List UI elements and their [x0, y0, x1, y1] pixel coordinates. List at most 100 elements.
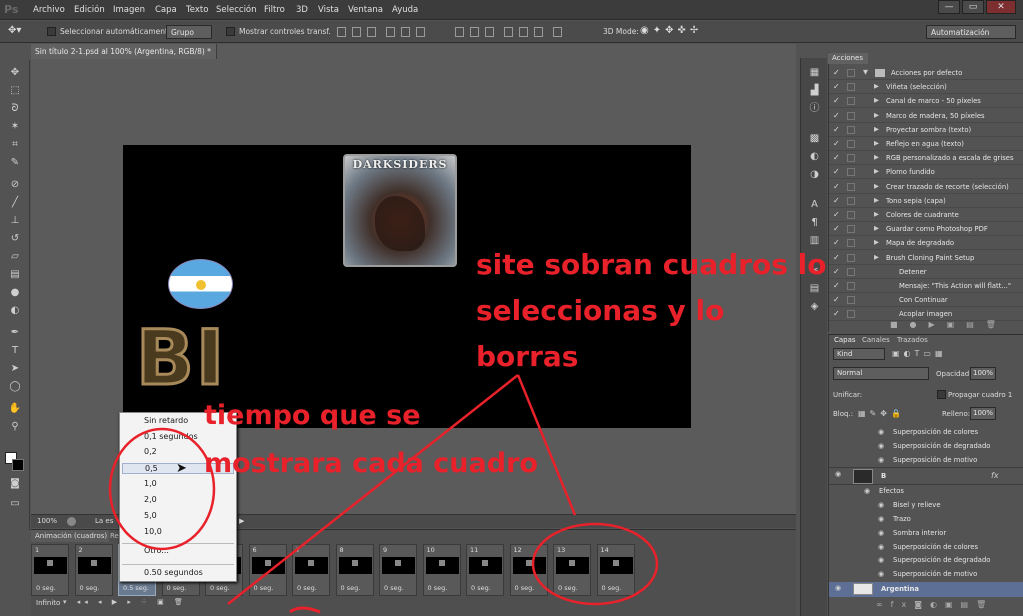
- loop-select[interactable]: Infinito: [36, 599, 60, 607]
- layer-effect-row[interactable]: ◉ Trazo: [829, 513, 1023, 527]
- shape-tool-icon[interactable]: ◯: [8, 380, 22, 394]
- frame-delay[interactable]: 0 seg.: [602, 584, 622, 592]
- layer-effect-row[interactable]: ◉ Superposición de motivo: [829, 454, 1023, 468]
- align-bottom-icon[interactable]: [367, 27, 376, 37]
- visibility-eye-icon[interactable]: ◉: [864, 487, 870, 495]
- crop-tool-icon[interactable]: ⌗: [8, 138, 22, 152]
- delay-option[interactable]: Otro...: [144, 546, 169, 555]
- visibility-eye-icon[interactable]: ◉: [878, 501, 884, 509]
- menu-item-3[interactable]: Capa: [155, 5, 177, 15]
- animation-tab[interactable]: Animación (cuadros): [31, 530, 109, 542]
- tab-channels[interactable]: Canales: [862, 336, 890, 344]
- action-row[interactable]: ✓ ▶ RGB personalizado a escala de grises: [829, 151, 1023, 166]
- visibility-eye-icon[interactable]: ◉: [878, 570, 884, 578]
- animation-frame[interactable]: 8 0 seg.: [335, 544, 374, 596]
- action-dialog-toggle[interactable]: [847, 154, 855, 163]
- layer-row[interactable]: ◉ Argentina: [829, 582, 1023, 597]
- menu-item-7[interactable]: 3D: [296, 5, 308, 15]
- maximize-button[interactable]: ▭: [962, 0, 984, 14]
- status-info-icon[interactable]: [67, 517, 76, 526]
- expand-arrow-icon[interactable]: ▶: [874, 182, 879, 190]
- visibility-eye-icon[interactable]: ◉: [878, 428, 884, 436]
- visibility-eye-icon[interactable]: ◉: [835, 584, 841, 592]
- action-row[interactable]: ✓ ▶ Viñeta (selección): [829, 80, 1023, 95]
- frame-delay[interactable]: 0 seg.: [558, 584, 578, 592]
- background-color-swatch[interactable]: [12, 459, 24, 471]
- healing-brush-icon[interactable]: ⊘: [8, 178, 22, 192]
- action-row[interactable]: ✓ ▶ Brush Cloning Paint Setup: [829, 251, 1023, 265]
- expand-arrow-icon[interactable]: ▶: [874, 139, 879, 147]
- blend-mode-dropdown[interactable]: Normal: [833, 367, 929, 380]
- action-check-icon[interactable]: ✓: [833, 295, 840, 304]
- 3d-icon[interactable]: ◈: [808, 300, 821, 313]
- status-arrow-icon[interactable]: ▶: [239, 517, 244, 525]
- distribute-center-icon[interactable]: [519, 27, 528, 37]
- action-check-icon[interactable]: ✓: [833, 82, 840, 91]
- tab-layers[interactable]: Capas: [834, 336, 856, 344]
- action-row[interactable]: ✓ ▶ Mapa de degradado: [829, 236, 1023, 251]
- paragraph-icon[interactable]: ¶: [808, 216, 821, 229]
- action-dialog-toggle[interactable]: [847, 310, 855, 319]
- visibility-eye-icon[interactable]: ◉: [878, 456, 884, 464]
- brush-presets-icon[interactable]: ▥: [808, 234, 821, 247]
- action-dialog-toggle[interactable]: [847, 125, 855, 134]
- menu-item-4[interactable]: Texto: [186, 5, 208, 15]
- action-dialog-toggle[interactable]: [847, 83, 855, 92]
- delay-option[interactable]: Sin retardo: [144, 416, 188, 425]
- layer-row[interactable]: ◉ fx B: [829, 467, 1023, 486]
- action-check-icon[interactable]: ✓: [833, 182, 840, 191]
- align-left-icon[interactable]: [386, 27, 395, 37]
- align-top-icon[interactable]: [337, 27, 346, 37]
- fill-input[interactable]: 100%: [970, 407, 996, 420]
- screen-mode-icon[interactable]: ▭: [8, 497, 22, 511]
- menu-item-10[interactable]: Ayuda: [392, 5, 418, 15]
- styles-icon[interactable]: ▤: [808, 282, 821, 295]
- layer-effect-row[interactable]: ◉ Sombra interior: [829, 527, 1023, 541]
- visibility-eye-icon[interactable]: ◉: [878, 529, 884, 537]
- frame-delay[interactable]: 0 seg.: [254, 584, 274, 592]
- move-tool-icon[interactable]: ✥▾: [8, 25, 21, 36]
- animation-frame[interactable]: 9 0 seg.: [379, 544, 417, 596]
- visibility-eye-icon[interactable]: ◉: [878, 543, 884, 551]
- clone-stamp-icon[interactable]: ⊥: [8, 214, 22, 228]
- frame-delay[interactable]: 0 seg.: [297, 584, 317, 592]
- expand-arrow-icon[interactable]: ▶: [874, 238, 879, 246]
- eyedropper-tool-icon[interactable]: ✎: [8, 156, 22, 170]
- layer-filter-icons[interactable]: ▣◐T▭▦: [892, 349, 947, 358]
- action-check-icon[interactable]: ✓: [833, 267, 840, 276]
- action-row[interactable]: ✓ ▶ Tono sepia (capa): [829, 194, 1023, 208]
- layer-effect-row[interactable]: ◉ Superposición de motivo: [829, 568, 1023, 582]
- 3d-controls-icon[interactable]: ◉✦✥✜✢: [640, 25, 702, 36]
- action-dialog-toggle[interactable]: [847, 168, 855, 177]
- action-dialog-toggle[interactable]: [847, 69, 855, 77]
- action-row[interactable]: ✓ ▶ Guardar como Photoshop PDF: [829, 222, 1023, 237]
- hand-tool-icon[interactable]: ✋: [8, 402, 22, 416]
- align-middle-icon[interactable]: [352, 27, 361, 37]
- layer-kind-filter[interactable]: Kind: [833, 348, 885, 360]
- action-check-icon[interactable]: ✓: [833, 153, 840, 162]
- animation-frame[interactable]: 13 0 seg.: [553, 544, 591, 596]
- action-check-icon[interactable]: ✓: [833, 309, 840, 318]
- action-dialog-toggle[interactable]: [847, 140, 855, 148]
- action-dialog-toggle[interactable]: [847, 111, 855, 120]
- animation-frame[interactable]: 12 0 seg.: [509, 544, 548, 596]
- frame-delay[interactable]: 0.5 seg.: [123, 584, 149, 592]
- character-icon[interactable]: A: [808, 198, 821, 211]
- frame-delay[interactable]: 0 seg.: [428, 584, 448, 592]
- action-dialog-toggle[interactable]: [847, 182, 855, 191]
- layer-effect-row[interactable]: ◉ Superposición de colores: [829, 426, 1023, 440]
- delay-option[interactable]: 0,1 segundos: [144, 432, 198, 441]
- layer-effect-row[interactable]: ◉ Superposición de colores: [829, 541, 1023, 555]
- menu-item-5[interactable]: Selección: [216, 5, 257, 15]
- blur-tool-icon[interactable]: ●: [8, 286, 22, 300]
- expand-arrow-icon[interactable]: ▶: [874, 224, 879, 232]
- propagate-checkbox[interactable]: [937, 390, 946, 399]
- action-dialog-toggle[interactable]: [847, 296, 855, 305]
- zoom-level[interactable]: 100%: [37, 517, 57, 525]
- action-check-icon[interactable]: ✓: [833, 224, 840, 233]
- layer-effect-row[interactable]: ◉ Bisel y relieve: [829, 499, 1023, 513]
- animation-frame[interactable]: 7 0 seg.: [292, 544, 330, 596]
- distribute-middle-icon[interactable]: [470, 27, 479, 37]
- swatches-icon[interactable]: ▩: [808, 132, 821, 145]
- layers-footer-icons[interactable]: ∞fx◙◐▣▤🗑: [876, 600, 994, 609]
